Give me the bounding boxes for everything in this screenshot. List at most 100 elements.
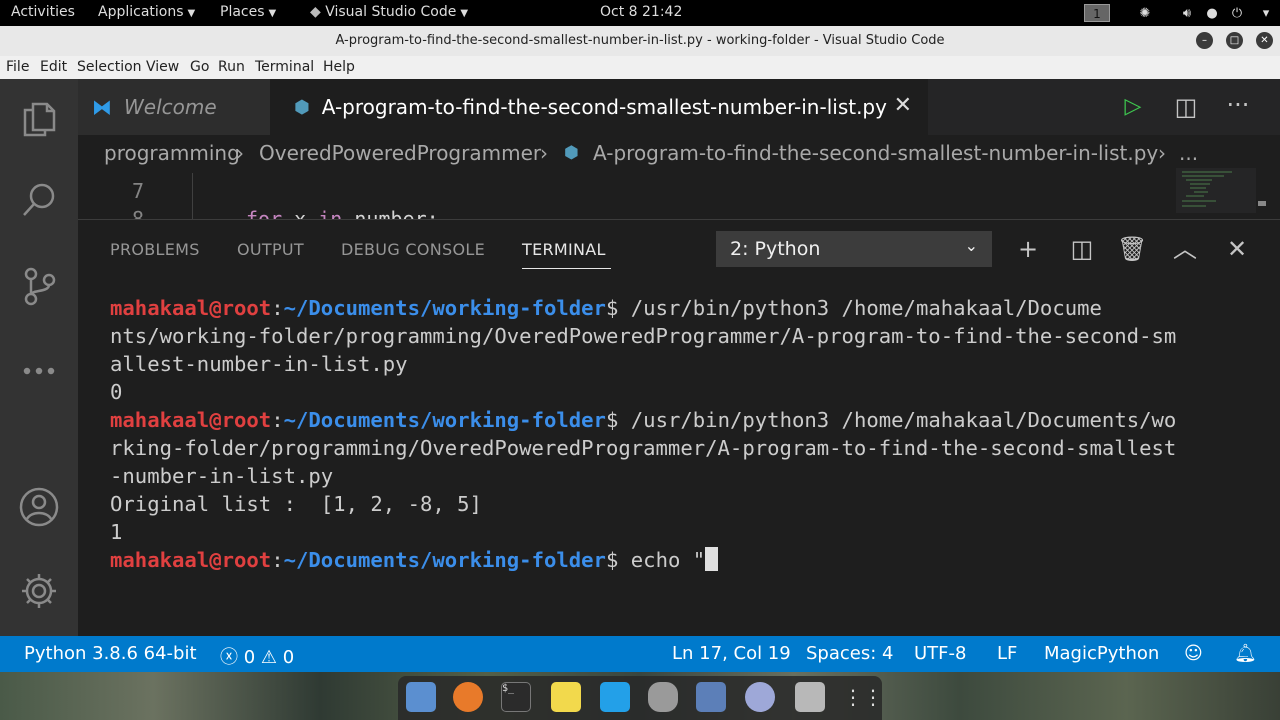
close-panel-icon[interactable]: ✕ <box>1222 234 1252 264</box>
tab-welcome-label: Welcome <box>124 95 217 119</box>
prompt-dollar: $ <box>605 408 631 432</box>
tab-debug-console[interactable]: DEBUG CONSOLE <box>341 240 485 259</box>
terminal-output[interactable]: mahakaal@root:~/Documents/working-folder… <box>110 294 1250 574</box>
terminal-line: mahakaal@root:~/Documents/working-folder… <box>110 406 1250 434</box>
plus-icon[interactable]: + <box>1013 234 1043 264</box>
active-tab-indicator <box>522 268 611 269</box>
prompt-separator: : <box>271 296 284 320</box>
places-menu[interactable]: Places ▼ <box>220 4 276 20</box>
line-number: 7 <box>132 179 145 203</box>
keyword: for <box>246 207 283 219</box>
prompt-path: ~/Documents/working-folder <box>283 408 606 432</box>
editor-tab-bar: ⧓ Welcome ⬢ A-program-to-find-the-second… <box>78 79 1280 135</box>
chevron-down-icon[interactable]: ▾ <box>1256 3 1276 23</box>
menu-go[interactable]: Go <box>190 59 209 75</box>
code-text: x <box>282 207 319 219</box>
close-icon[interactable]: ✕ <box>894 93 912 118</box>
terminal-app-icon[interactable]: $_ <box>501 682 531 712</box>
prompt-dollar: $ <box>605 296 631 320</box>
split-editor-icon[interactable]: ◫ <box>1171 92 1201 122</box>
error-count: 0 <box>243 647 256 668</box>
chevron-right-icon: › <box>1158 141 1166 165</box>
feedback-icon[interactable]: ☺ <box>1184 643 1203 664</box>
terminal-line: allest-number-in-list.py <box>110 352 408 376</box>
menu-file[interactable]: File <box>6 59 29 75</box>
terminal-line: Original list : [1, 2, -8, 5] <box>110 492 482 516</box>
terminal-cursor <box>705 547 719 571</box>
breadcrumb-more[interactable]: ... <box>1179 141 1198 165</box>
tab-output[interactable]: OUTPUT <box>237 240 304 259</box>
prompt-dollar: $ <box>605 548 631 572</box>
files-icon[interactable] <box>406 682 436 712</box>
tab-terminal[interactable]: TERMINAL <box>522 240 606 259</box>
prompt-user: mahakaal@root <box>110 408 272 432</box>
terminal-selector[interactable]: 2: Python ⌄ <box>716 231 992 267</box>
accounts-icon[interactable] <box>17 485 61 529</box>
minimize-button[interactable]: – <box>1196 32 1213 49</box>
breadcrumb-programming[interactable]: programming <box>104 141 240 165</box>
screenshot-icon[interactable] <box>696 682 726 712</box>
menu-run[interactable]: Run <box>218 59 245 75</box>
app-menu[interactable]: ◆ Visual Studio Code ▼ <box>310 4 468 20</box>
chevron-right-icon: › <box>236 141 244 165</box>
problems-indicator[interactable]: ⓧ 0 ⚠ 0 <box>220 643 294 669</box>
applications-label: Applications <box>98 4 184 20</box>
applications-menu[interactable]: Applications ▼ <box>98 4 195 20</box>
bell-icon[interactable]: 🔔︎ <box>1234 643 1257 664</box>
prompt-separator: : <box>271 408 284 432</box>
python-file-icon: ⬢ <box>294 96 310 118</box>
media-player-icon[interactable] <box>745 682 775 712</box>
split-terminal-icon[interactable]: ◫ <box>1067 234 1097 264</box>
menu-selection[interactable]: Selection <box>77 59 142 75</box>
terminal-line: nts/working-folder/programming/OveredPow… <box>110 324 1177 348</box>
text-editor-icon[interactable] <box>551 682 581 712</box>
terminal-line: 0 <box>110 380 123 404</box>
encoding[interactable]: UTF-8 <box>914 643 966 664</box>
indentation[interactable]: Spaces: 4 <box>806 643 893 664</box>
explorer-icon[interactable] <box>17 96 61 140</box>
prompt-separator: : <box>271 548 284 572</box>
menu-view[interactable]: View <box>146 59 179 75</box>
power-icon[interactable]: ⏻ <box>1226 3 1248 23</box>
tab-welcome[interactable]: ⧓ Welcome <box>78 79 270 135</box>
accessibility-icon[interactable]: ✺ <box>1134 3 1156 23</box>
line-number: 8 <box>132 207 145 219</box>
volume-icon[interactable]: 🔊︎ <box>1176 3 1198 23</box>
more-actions-icon[interactable]: ··· <box>1223 90 1253 120</box>
breadcrumb-file[interactable]: A-program-to-find-the-second-smallest-nu… <box>593 141 1158 165</box>
menu-edit[interactable]: Edit <box>40 59 67 75</box>
microphone-icon[interactable]: ● <box>1204 3 1220 23</box>
tab-active-file[interactable]: ⬢ A-program-to-find-the-second-smallest-… <box>270 79 928 135</box>
menu-terminal[interactable]: Terminal <box>255 59 314 75</box>
code-editor[interactable]: 7 8 for x in number: <box>78 173 1280 219</box>
end-of-line[interactable]: LF <box>997 643 1017 664</box>
trash-icon[interactable]: 🗑︎ <box>1117 234 1147 264</box>
clock[interactable]: Oct 8 21:42 <box>600 4 682 20</box>
tab-problems[interactable]: PROBLEMS <box>110 240 200 259</box>
app-grid-icon[interactable]: ⋮⋮ <box>843 682 883 712</box>
language-mode[interactable]: MagicPython <box>1044 643 1159 664</box>
vscode-dock-icon[interactable] <box>600 682 630 712</box>
run-file-icon[interactable]: ▷ <box>1118 92 1148 122</box>
trash-app-icon[interactable] <box>795 682 825 712</box>
chevron-up-icon[interactable]: ︿ <box>1170 234 1200 264</box>
maximize-button[interactable]: □ <box>1226 32 1243 49</box>
python-interpreter[interactable]: Python 3.8.6 64-bit <box>24 643 197 664</box>
status-bar: Python 3.8.6 64-bit ⓧ 0 ⚠ 0 Ln 17, Col 1… <box>0 636 1280 672</box>
close-window-button[interactable]: ✕ <box>1256 32 1273 49</box>
source-control-icon[interactable] <box>17 264 61 308</box>
search-icon[interactable] <box>17 178 61 222</box>
firefox-icon[interactable] <box>453 682 483 712</box>
gear-icon[interactable] <box>17 569 61 613</box>
terminal-input-line[interactable]: mahakaal@root:~/Documents/working-folder… <box>110 546 1250 574</box>
more-views-icon[interactable] <box>17 349 61 393</box>
minimap[interactable] <box>1176 168 1266 213</box>
database-icon[interactable] <box>648 682 678 712</box>
menu-help[interactable]: Help <box>323 59 355 75</box>
workspace-indicator[interactable]: 1 <box>1084 4 1110 22</box>
activities-button[interactable]: Activities <box>11 4 75 20</box>
cursor-position[interactable]: Ln 17, Col 19 <box>672 643 791 664</box>
breadcrumb: programming › OveredPoweredProgrammer › … <box>78 135 1280 173</box>
breadcrumb-folder[interactable]: OveredPoweredProgrammer <box>259 141 541 165</box>
prompt-path: ~/Documents/working-folder <box>283 548 606 572</box>
